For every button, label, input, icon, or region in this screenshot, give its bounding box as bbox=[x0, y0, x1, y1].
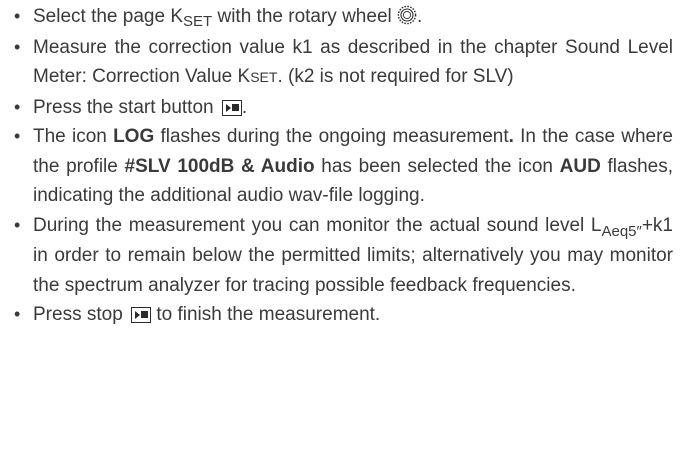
start-stop-button-icon bbox=[131, 307, 152, 323]
kset-set: SET bbox=[183, 13, 213, 30]
step-text: with the rotary wheel bbox=[212, 6, 398, 27]
step-text: Select the page bbox=[33, 6, 171, 27]
step-text: has been selected the icon bbox=[314, 155, 560, 177]
list-item: Measure the correction value k1 as descr… bbox=[12, 33, 673, 93]
log-icon-label: LOG bbox=[113, 126, 155, 147]
kset-set: SET bbox=[250, 69, 278, 85]
step-text: During the measurement you can monitor t… bbox=[33, 214, 602, 236]
step-text: Press the start button bbox=[33, 96, 219, 118]
instruction-list: Select the page KSET with the rotary whe… bbox=[12, 2, 673, 330]
profile-name: #SLV 100dB & Audio bbox=[124, 155, 315, 177]
step-text: Press stop bbox=[33, 304, 129, 325]
aud-icon-label: AUD bbox=[559, 155, 601, 177]
laeq-subscript: Aeq5″ bbox=[601, 222, 642, 240]
step-text: . (k2 is not required for SLV) bbox=[277, 66, 514, 87]
kset-k: K bbox=[237, 66, 251, 87]
step-text: . bbox=[241, 96, 248, 118]
step-text: to finish the measurement. bbox=[151, 304, 381, 325]
rotary-wheel-icon bbox=[397, 5, 417, 25]
list-item: Select the page KSET with the rotary whe… bbox=[12, 2, 673, 33]
list-item: Press stop to finish the measurement. bbox=[12, 300, 673, 330]
manual-page: Select the page KSET with the rotary whe… bbox=[0, 0, 691, 330]
step-text: The icon bbox=[33, 126, 114, 147]
kset-k: K bbox=[170, 6, 184, 27]
step-text: . bbox=[417, 6, 423, 27]
list-item: The icon LOG flashes during the ongoing … bbox=[12, 122, 673, 211]
step-text: flashes during the ongoing measurement bbox=[154, 126, 509, 147]
list-item: During the measurement you can monitor t… bbox=[12, 211, 673, 301]
start-stop-button-icon bbox=[221, 99, 242, 116]
list-item: Press the start button . bbox=[12, 93, 673, 123]
